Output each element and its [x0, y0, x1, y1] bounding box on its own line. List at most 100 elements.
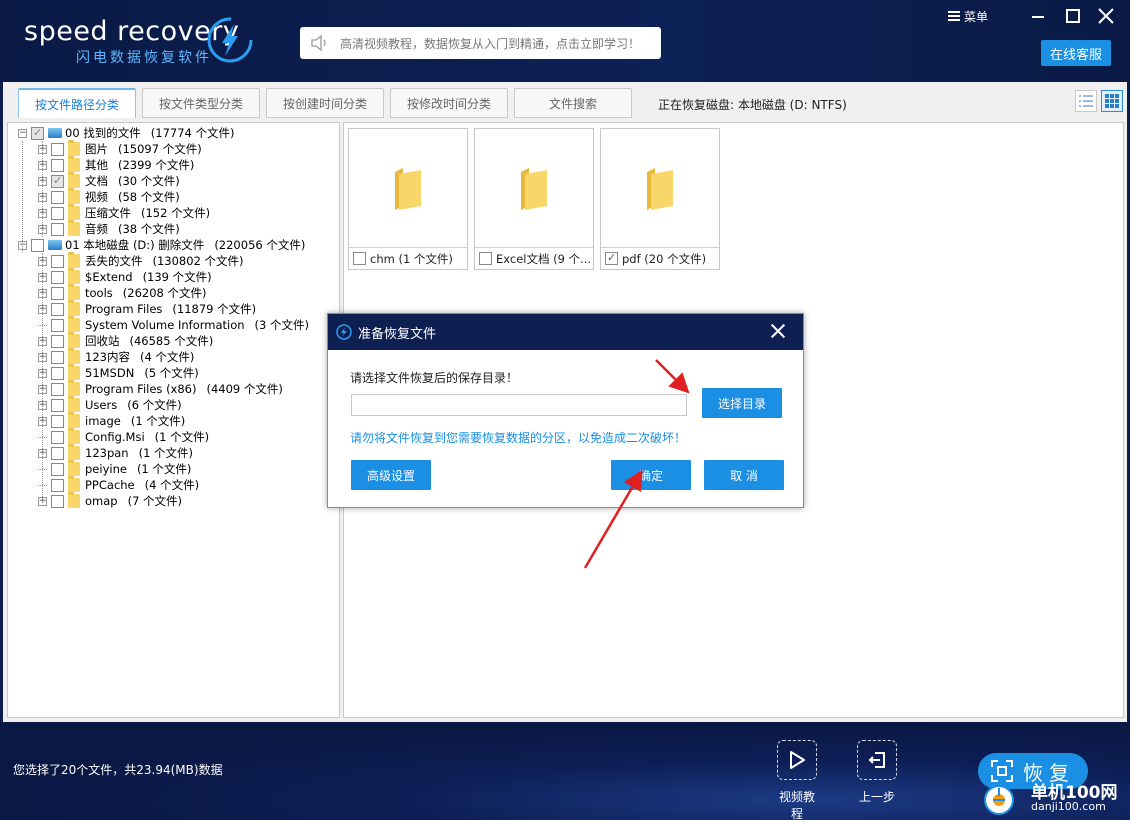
close-icon[interactable]	[1096, 6, 1116, 26]
tree-checkbox[interactable]	[51, 174, 64, 188]
tree-checkbox[interactable]	[51, 462, 64, 476]
file-tile-chm[interactable]: chm (1 个文件)	[348, 128, 468, 270]
tree-node[interactable]: +123内容 (4 个文件)	[38, 348, 195, 365]
folder-icon	[68, 476, 80, 492]
tree-node-count: (4409 个文件)	[206, 382, 283, 396]
tree-checkbox[interactable]	[51, 206, 64, 220]
file-checkbox[interactable]	[605, 251, 618, 265]
tree-node[interactable]: Config.Msi (1 个文件)	[38, 428, 209, 445]
tree-checkbox[interactable]	[51, 142, 64, 156]
tree-node-label: 123pan	[85, 446, 129, 460]
tree-checkbox[interactable]	[51, 158, 64, 172]
tree-checkbox[interactable]	[51, 350, 64, 364]
tree-checkbox[interactable]	[51, 334, 64, 348]
file-checkbox[interactable]	[353, 252, 366, 265]
tree-node-label: 回收站	[85, 334, 120, 348]
tree-node[interactable]: + 图片 (15097 个文件)	[38, 140, 202, 157]
tree-node[interactable]: +123pan (1 个文件)	[38, 444, 194, 461]
site-watermark: 单机100网 danji100.com	[983, 778, 1130, 820]
tree-checkbox[interactable]	[51, 478, 64, 492]
folder-thumbnail	[349, 129, 467, 247]
grid-view-icon[interactable]	[1101, 90, 1123, 112]
folder-icon	[647, 168, 673, 210]
tree-checkbox[interactable]	[51, 382, 64, 396]
file-tile-excel[interactable]: Excel文档 (9 个...	[474, 128, 594, 270]
save-dir-input[interactable]	[351, 394, 687, 416]
tree-node-count: (58 个文件)	[118, 190, 180, 204]
folder-icon	[68, 460, 80, 476]
tree-node[interactable]: + 视频 (58 个文件)	[38, 188, 180, 205]
tree-node[interactable]: PPCache (4 个文件)	[38, 476, 199, 493]
tree-checkbox[interactable]	[51, 414, 64, 428]
tree-checkbox[interactable]	[51, 190, 64, 204]
video-tutorial-button[interactable]: 视频教程	[775, 740, 819, 820]
tree-node-count: (1 个文件)	[138, 446, 194, 460]
online-service-button[interactable]: 在线客服	[1041, 40, 1111, 66]
tree-checkbox[interactable]	[51, 302, 64, 316]
tree-node[interactable]: peiyine (1 个文件)	[38, 460, 191, 477]
tree-node[interactable]: + 音频 (38 个文件)	[38, 220, 180, 237]
tutorial-notice-bar[interactable]: 高清视频教程，数据恢复从入门到精通，点击立即学习！	[300, 27, 661, 59]
tab-by-path[interactable]: 按文件路径分类	[18, 88, 136, 118]
tree-node-count: (152 个文件)	[141, 206, 211, 220]
tree-node[interactable]: + omap (7 个文件)	[38, 492, 183, 509]
tree-checkbox[interactable]	[51, 398, 64, 412]
tree-node-label: 01 本地磁盘 (D:) 删除文件	[65, 238, 205, 252]
back-button[interactable]: 上一步	[855, 740, 899, 805]
tree-node[interactable]: +文档(30 个文件)	[38, 172, 180, 189]
tree-checkbox[interactable]	[51, 446, 64, 460]
tab-file-search[interactable]: 文件搜索	[514, 88, 632, 118]
cancel-button[interactable]: 取 消	[704, 460, 784, 490]
hamburger-icon	[947, 11, 960, 21]
tree-node-count: (7 个文件)	[127, 494, 183, 508]
choose-dir-button[interactable]: 选择目录	[702, 388, 782, 418]
tree-checkbox[interactable]	[51, 366, 64, 380]
tree-checkbox[interactable]	[51, 494, 64, 508]
file-tile-label: pdf (20 个文件)	[622, 251, 707, 266]
folder-icon	[68, 316, 80, 332]
folder-icon	[68, 428, 80, 444]
tree-node[interactable]: System Volume Information (3 个文件)	[38, 316, 309, 333]
collapse-icon[interactable]: −	[18, 128, 27, 138]
tree-node[interactable]: + tools (26208 个文件)	[38, 284, 207, 301]
tree-checkbox[interactable]	[51, 270, 64, 284]
tree-node[interactable]: − 00 找到的文件 (17774 个文件)	[18, 125, 235, 141]
file-tile-pdf[interactable]: pdf (20 个文件)	[600, 128, 720, 270]
list-view-icon[interactable]	[1075, 90, 1097, 112]
tree-checkbox[interactable]	[31, 238, 44, 252]
menu-button[interactable]: 菜单	[947, 8, 988, 25]
tree-node[interactable]: + Program Files (11879 个文件)	[38, 300, 256, 317]
back-arrow-icon	[857, 740, 897, 780]
advanced-settings-button[interactable]: 高级设置	[351, 460, 431, 490]
tree-node[interactable]: + 压缩文件 (152 个文件)	[38, 204, 211, 221]
maximize-icon[interactable]	[1062, 6, 1082, 26]
tree-checkbox[interactable]	[51, 254, 64, 268]
tree-node-count: (4 个文件)	[139, 350, 195, 364]
tree-connector-line	[42, 253, 43, 501]
tree-node[interactable]: + Users (6 个文件)	[38, 396, 182, 413]
tab-by-type[interactable]: 按文件类型分类	[142, 88, 260, 118]
tree-node[interactable]: + $Extend (139 个文件)	[38, 268, 212, 285]
back-label: 上一步	[858, 790, 895, 804]
tab-by-create-time[interactable]: 按创建时间分类	[266, 88, 384, 118]
folder-tree[interactable]: −00 找到的文件(17774 个文件)+图片(15097 个文件)+其他(23…	[7, 122, 340, 718]
minimize-icon[interactable]	[1028, 6, 1048, 26]
file-checkbox[interactable]	[479, 252, 492, 265]
tree-checkbox[interactable]	[51, 318, 64, 332]
tree-node[interactable]: + Program Files (x86) (4409 个文件)	[38, 380, 283, 397]
tree-checkbox[interactable]	[51, 222, 64, 236]
tree-checkbox[interactable]	[51, 430, 64, 444]
tree-node-count: (26208 个文件)	[122, 286, 207, 300]
tree-node[interactable]: +51MSDN (5 个文件)	[38, 364, 199, 381]
tree-checkbox[interactable]	[31, 126, 44, 140]
tab-by-modify-time[interactable]: 按修改时间分类	[390, 88, 508, 118]
confirm-button[interactable]: 确定	[611, 460, 691, 490]
tree-node-label: $Extend	[85, 270, 133, 284]
tree-node[interactable]: + 回收站 (46585 个文件)	[38, 332, 213, 349]
tree-node[interactable]: + image (1 个文件)	[38, 412, 185, 429]
tree-node[interactable]: + 丢失的文件 (130802 个文件)	[38, 252, 244, 269]
tree-node[interactable]: + 其他 (2399 个文件)	[38, 156, 194, 173]
dialog-close-icon[interactable]	[769, 322, 787, 340]
tree-node[interactable]: −01 本地磁盘 (D:) 删除文件 (220056 个文件)	[18, 237, 305, 253]
tree-checkbox[interactable]	[51, 286, 64, 300]
